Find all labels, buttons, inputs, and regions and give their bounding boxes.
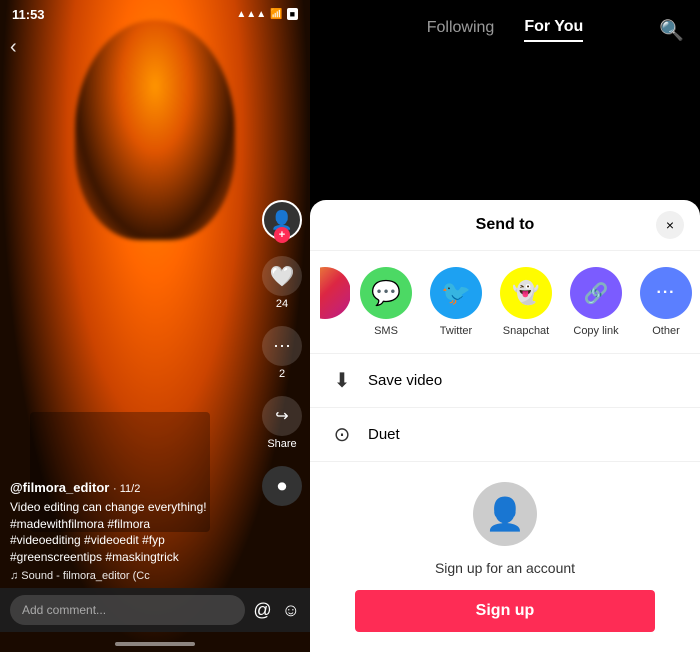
snapchat-icon: 👻 — [500, 267, 552, 319]
status-time: 11:53 — [12, 7, 45, 22]
sms-label: SMS — [374, 325, 398, 337]
copylink-label: Copy link — [573, 325, 618, 337]
close-button[interactable]: × — [656, 211, 684, 239]
video-black-area — [310, 60, 700, 200]
video-info: @filmora_editor · 11/2 Video editing can… — [10, 480, 255, 582]
twitter-icon-symbol: 🐦 — [441, 279, 471, 308]
comment-icons: @ ☺ — [253, 600, 300, 621]
comment-input[interactable]: Add comment... — [10, 595, 245, 625]
tab-following[interactable]: Following — [427, 19, 495, 41]
status-icons: ▲▲▲ 📶 ■ — [236, 8, 298, 20]
avatar-icon: 👤 — [485, 495, 525, 533]
send-to-sheet: Send to × 💬 SMS 🐦 Twitter — [310, 200, 700, 652]
signup-text: Sign up for an account — [435, 560, 575, 576]
save-video-icon: ⬇ — [330, 368, 354, 393]
comment-bar: Add comment... @ ☺ — [0, 588, 310, 632]
share-app-partial — [320, 267, 350, 319]
share-action-button[interactable]: ↪ Share — [262, 396, 302, 450]
other-icon-symbol: ··· — [657, 284, 676, 302]
other-label: Other — [652, 325, 680, 337]
share-label: Share — [267, 438, 296, 450]
share-apps-row: 💬 SMS 🐦 Twitter 👻 Snapchat 🔗 — [310, 251, 700, 353]
other-icon: ··· — [640, 267, 692, 319]
action-list: ⬇ Save video ⊙ Duet — [310, 353, 700, 462]
duet-label: Duet — [368, 426, 400, 443]
copylink-icon: 🔗 — [570, 267, 622, 319]
sms-icon: 💬 — [360, 267, 412, 319]
sheet-header: Send to × — [310, 200, 700, 251]
video-silhouette — [75, 20, 235, 240]
video-username: @filmora_editor · 11/2 — [10, 480, 255, 495]
share-app-other[interactable]: ··· Other — [632, 267, 700, 337]
sms-icon-symbol: 💬 — [371, 279, 401, 308]
record-button[interactable]: ⏺ — [262, 466, 302, 506]
share-app-copylink[interactable]: 🔗 Copy link — [562, 267, 630, 337]
record-icon-circle: ⏺ — [262, 466, 302, 506]
signup-section: 👤 Sign up for an account Sign up — [310, 462, 700, 652]
search-icon[interactable]: 🔍 — [659, 18, 684, 43]
duet-icon: ⊙ — [330, 422, 354, 447]
user-avatar-placeholder: 👤 — [473, 482, 537, 546]
twitter-label: Twitter — [440, 325, 472, 337]
duet-item[interactable]: ⊙ Duet — [310, 408, 700, 462]
partial-app-icon — [320, 267, 350, 319]
avatar: 👤 + — [262, 200, 302, 240]
status-bar: 11:53 ▲▲▲ 📶 ■ — [0, 0, 310, 28]
follow-plus-badge: + — [274, 227, 290, 243]
copylink-icon-symbol: 🔗 — [584, 281, 609, 306]
like-button[interactable]: 🤍 24 — [262, 256, 302, 310]
right-actions: 👤 + 🤍 24 ⋯ 2 ↪ Share ⏺ — [262, 200, 302, 506]
comment-icon-circle: ⋯ — [262, 326, 302, 366]
snapchat-label: Snapchat — [503, 325, 549, 337]
snapchat-icon-symbol: 👻 — [512, 280, 539, 306]
comment-button[interactable]: ⋯ 2 — [262, 326, 302, 380]
video-description: Video editing can change everything! #ma… — [10, 499, 255, 566]
comment-count: 2 — [279, 368, 285, 380]
share-icon-circle: ↪ — [262, 396, 302, 436]
like-icon-circle: 🤍 — [262, 256, 302, 296]
save-video-label: Save video — [368, 372, 442, 389]
video-panel: 11:53 ▲▲▲ 📶 ■ ‹ 👤 + 🤍 24 ⋯ 2 — [0, 0, 310, 652]
share-app-twitter[interactable]: 🐦 Twitter — [422, 267, 490, 337]
follow-button[interactable]: 👤 + — [262, 200, 302, 240]
at-icon[interactable]: @ — [253, 600, 271, 621]
home-indicator — [115, 642, 195, 646]
signup-button[interactable]: Sign up — [355, 590, 655, 632]
emoji-icon[interactable]: ☺ — [282, 600, 300, 621]
sheet-title: Send to — [476, 216, 535, 234]
like-count: 24 — [276, 298, 288, 310]
share-app-snapchat[interactable]: 👻 Snapchat — [492, 267, 560, 337]
back-button[interactable]: ‹ — [10, 36, 17, 59]
save-video-item[interactable]: ⬇ Save video — [310, 354, 700, 408]
share-app-sms[interactable]: 💬 SMS — [352, 267, 420, 337]
right-panel: Following For You 🔍 Send to × 💬 SMS — [310, 0, 700, 652]
top-nav: Following For You 🔍 — [310, 0, 700, 60]
twitter-icon: 🐦 — [430, 267, 482, 319]
video-music: ♫ Sound - filmora_editor (Cc — [10, 570, 255, 582]
tab-for-you[interactable]: For You — [524, 18, 583, 42]
